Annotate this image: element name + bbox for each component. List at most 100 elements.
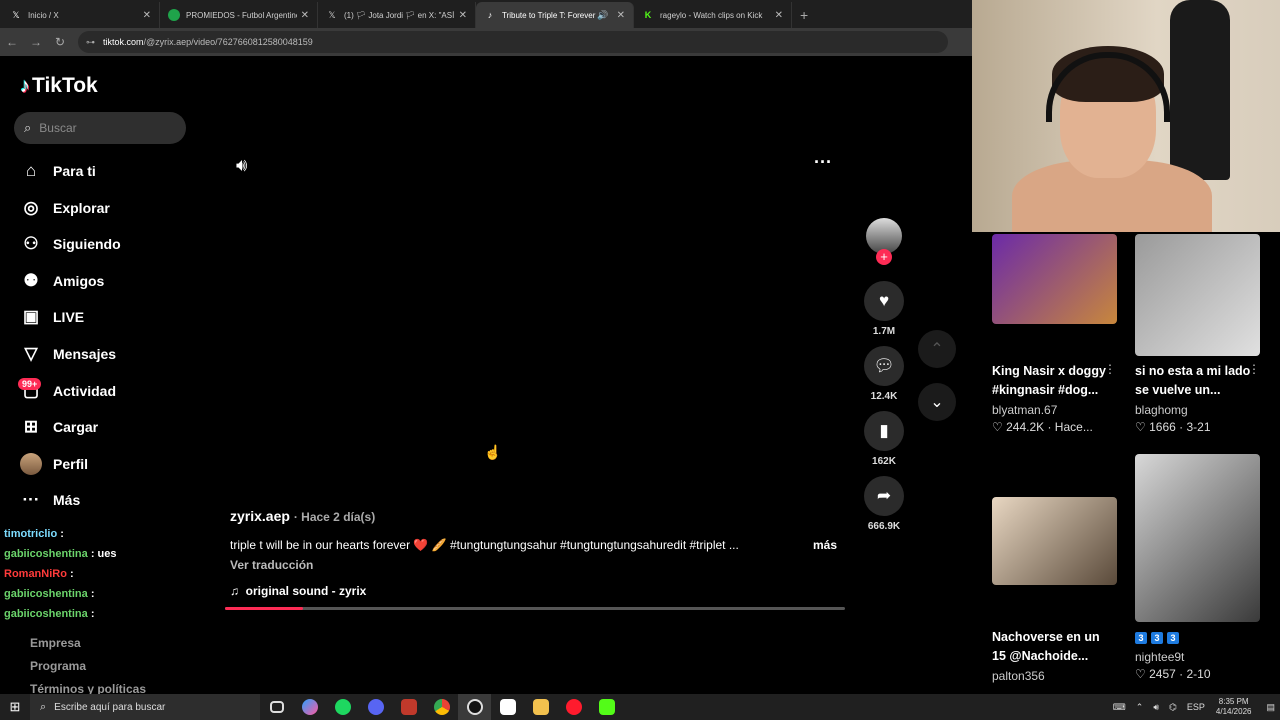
kebab-icon[interactable]: ⋮: [1248, 362, 1260, 376]
file-explorer-icon[interactable]: [524, 694, 557, 720]
browser-toolbar: ← → ↻ ⊶ tiktok.com/@zyrix.aep/video/7627…: [0, 28, 972, 56]
nav-para-ti[interactable]: ⌂ Para ti: [20, 156, 96, 186]
rec-thumbnail[interactable]: [992, 234, 1117, 324]
like-button[interactable]: ♥: [864, 281, 904, 321]
chat-line: gabiicoshentina : ues: [4, 548, 117, 560]
keyboard-icon[interactable]: ⌨: [1113, 702, 1126, 713]
webcam-figure: [1170, 0, 1230, 180]
compass-icon: ◎: [23, 198, 39, 217]
taskbar-search[interactable]: ⌕ Escribe aquí para buscar: [30, 694, 260, 720]
promiedos-icon: [168, 9, 180, 21]
search-icon: ⌕: [24, 120, 32, 135]
close-tab-icon[interactable]: ✕: [775, 10, 783, 21]
heart-outline-icon: ♡: [992, 420, 1003, 434]
chrome-icon[interactable]: [425, 694, 458, 720]
kick-icon[interactable]: [590, 694, 623, 720]
chat-line: RomanNiRo :: [4, 568, 74, 580]
search-input[interactable]: ⌕ Buscar: [14, 112, 186, 144]
clock[interactable]: 8:35 PM 4/14/2026: [1216, 697, 1252, 717]
save-button[interactable]: ▮: [864, 411, 904, 451]
rec-title[interactable]: Nachoverse en un 15 @Nachoide...: [992, 628, 1112, 666]
next-video-button[interactable]: ⌄: [918, 383, 956, 421]
home-icon: ⌂: [25, 161, 37, 180]
new-tab-icon[interactable]: +: [792, 2, 816, 28]
rec-user[interactable]: blyatman.67: [992, 403, 1057, 417]
nav-siguiendo[interactable]: ⚇ Siguiendo: [20, 229, 120, 259]
nav-mas[interactable]: ··· Más: [20, 485, 81, 515]
browser-tab[interactable]: 𝕏 (1) 🏳 Jota Jordi 🏳 en X: "ASÍ E ✕: [318, 2, 476, 28]
nav-mensajes[interactable]: ▽ Mensajes: [20, 339, 116, 369]
network-icon[interactable]: ⌬: [1169, 702, 1177, 713]
opera-icon[interactable]: [557, 694, 590, 720]
spotify-icon[interactable]: [326, 694, 359, 720]
address-bar[interactable]: ⊶ tiktok.com/@zyrix.aep/video/7627660812…: [78, 31, 948, 53]
rec-title[interactable]: 333: [1135, 628, 1253, 647]
keycap-3-icon: 3: [1151, 632, 1163, 644]
browser-tab[interactable]: PROMIEDOS - Futbol Argentino ✕: [160, 2, 318, 28]
rec-thumbnail[interactable]: [1135, 234, 1260, 356]
chevron-up-icon[interactable]: ⌃: [1136, 702, 1144, 713]
stream-chat-overlay: timotriclio : gabiicoshentina : ues Roma…: [0, 524, 200, 624]
rec-user[interactable]: blaghomg: [1135, 403, 1188, 417]
rec-stats: ♡ 1666 · 3-21: [1135, 420, 1211, 434]
volume-icon[interactable]: 🔊︎: [1153, 702, 1159, 713]
nav-live[interactable]: ▣ LIVE: [20, 302, 84, 332]
avatar: [20, 453, 42, 475]
kebab-icon[interactable]: ⋮: [1104, 362, 1116, 376]
browser-tab[interactable]: 𝕏 Inicio / X ✕: [2, 2, 160, 28]
forward-icon[interactable]: →: [24, 35, 48, 49]
close-tab-icon[interactable]: ✕: [301, 10, 309, 21]
comment-button[interactable]: 💬︎: [864, 346, 904, 386]
rec-user[interactable]: nightee9t: [1135, 650, 1184, 664]
nav-perfil[interactable]: Perfil: [20, 449, 88, 479]
tiktok-note-icon: ♪: [20, 74, 30, 97]
rec-thumbnail[interactable]: [1135, 454, 1260, 622]
nav-cargar[interactable]: ⊞ Cargar: [20, 412, 98, 442]
browser-tab-active[interactable]: ♪ Tribute to Triple T: Forever 🔊 ✕: [476, 2, 634, 28]
notification-icon[interactable]: ▤: [1266, 702, 1275, 713]
close-tab-icon[interactable]: ✕: [617, 10, 625, 21]
back-icon[interactable]: ←: [0, 35, 24, 49]
rec-title[interactable]: King Nasir x doggy #kingnasir #dog...: [992, 362, 1110, 400]
volume-icon[interactable]: 🔊︎: [236, 155, 247, 176]
video-description: triple t will be in our hearts forever ❤…: [230, 538, 739, 552]
video-author[interactable]: zyrix.aep · Hace 2 día(s): [230, 508, 375, 524]
share-button[interactable]: ➦: [864, 476, 904, 516]
sound-link[interactable]: ♫ original sound - zyrix: [230, 584, 366, 598]
close-tab-icon[interactable]: ✕: [143, 10, 151, 21]
copilot-icon[interactable]: [293, 694, 326, 720]
nav-explorar[interactable]: ◎ Explorar: [20, 193, 110, 223]
nav-amigos[interactable]: ⚉ Amigos: [20, 266, 104, 296]
site-info-icon[interactable]: ⊶: [86, 37, 95, 48]
live-icon: ▣: [22, 307, 40, 326]
tiktok-logo[interactable]: ♪ TikTok: [20, 74, 98, 98]
video-progress-bar[interactable]: [225, 607, 845, 610]
speaker-icon[interactable]: 🔊: [597, 10, 608, 21]
more-button[interactable]: más: [813, 538, 837, 552]
cursor-icon: ☝: [484, 444, 502, 460]
app-icon[interactable]: [392, 694, 425, 720]
rec-thumbnail[interactable]: [992, 497, 1117, 585]
reload-icon[interactable]: ↻: [48, 35, 72, 49]
discord-icon[interactable]: [359, 694, 392, 720]
upload-icon: ⊞: [23, 417, 39, 436]
more-options-icon[interactable]: ···: [814, 152, 832, 173]
kick-icon: K: [644, 10, 652, 20]
close-tab-icon[interactable]: ✕: [459, 10, 467, 21]
language-indicator[interactable]: ESP: [1187, 702, 1205, 712]
footer-link-empresa[interactable]: Empresa: [30, 636, 81, 650]
capcut-icon[interactable]: [491, 694, 524, 720]
translate-link[interactable]: Ver traducción: [230, 558, 313, 572]
rec-title[interactable]: si no esta a mi lado se vuelve un...: [1135, 362, 1253, 400]
footer-link-programa[interactable]: Programa: [30, 659, 86, 673]
obs-icon[interactable]: [458, 694, 491, 720]
browser-tab[interactable]: K rageylo - Watch clips on Kick ✕: [634, 2, 792, 28]
chevron-up-icon: ⌃: [930, 341, 944, 358]
windows-start-icon[interactable]: ⊞: [0, 699, 30, 715]
follow-plus-icon[interactable]: +: [876, 249, 892, 265]
friends-icon: ⚉: [23, 271, 39, 290]
previous-video-button[interactable]: ⌃: [918, 330, 956, 368]
rec-user[interactable]: palton356: [992, 669, 1045, 683]
task-view-icon[interactable]: [260, 694, 293, 720]
save-count: 162K: [872, 456, 896, 467]
